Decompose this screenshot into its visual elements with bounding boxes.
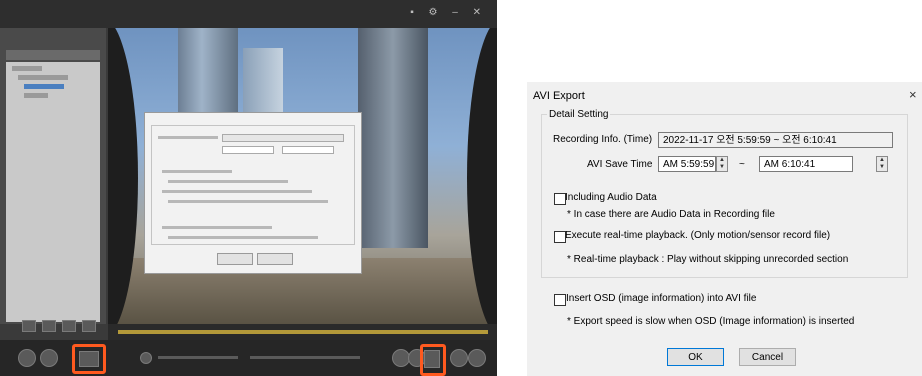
speed-slider[interactable] (250, 356, 360, 359)
building-shape (358, 28, 428, 248)
player-titlebar: ▪ ⚙ – ✕ (0, 0, 497, 28)
mini-group (151, 125, 355, 245)
timeline-track[interactable] (118, 330, 488, 334)
start-time-spin-icon[interactable]: ▲ ▼ (716, 156, 728, 172)
control-button-icon[interactable] (40, 349, 58, 367)
tree-node[interactable] (12, 66, 42, 71)
mini-line (168, 180, 288, 183)
highlight-box-avi (420, 344, 446, 376)
window-control-icons[interactable]: ▪ ⚙ – ✕ (410, 7, 487, 18)
mini-ok-button (217, 253, 253, 265)
player-window: ▪ ⚙ – ✕ (0, 0, 497, 376)
audio-note: * In case there are Audio Data in Record… (567, 209, 775, 220)
realtime-checkbox-label[interactable]: Execute real-time playback. (Only motion… (565, 230, 830, 241)
recording-info-field: 2022-11-17 오전 5:59:59 ~ 오전 6:10:41 (658, 132, 893, 148)
mini-cancel-button (257, 253, 293, 265)
mini-line (158, 136, 218, 139)
control-button-icon[interactable] (18, 349, 36, 367)
start-time-field[interactable]: AM 5:59:59 (658, 156, 716, 172)
timeline-bar[interactable] (108, 324, 497, 340)
tree-node[interactable] (18, 75, 68, 80)
osd-note: * Export speed is slow when OSD (Image i… (567, 316, 855, 327)
mini-field (222, 134, 344, 142)
recording-info-label: Recording Info. (Time) (553, 134, 653, 145)
avi-save-time-label: AVI Save Time (587, 159, 653, 170)
volume-icon[interactable] (140, 352, 152, 364)
file-list-tabs[interactable] (6, 50, 100, 60)
tree-node-selected[interactable] (24, 84, 64, 89)
view-mode-icon[interactable] (62, 320, 76, 332)
cancel-button[interactable]: Cancel (739, 348, 796, 366)
mini-line (162, 226, 272, 229)
file-tree[interactable] (6, 62, 100, 322)
mini-line (162, 190, 312, 193)
close-icon[interactable]: × (909, 87, 917, 102)
mini-field (282, 146, 334, 154)
view-mode-icon[interactable] (22, 320, 36, 332)
file-list-panel (0, 28, 106, 324)
audio-checkbox-label[interactable]: Including Audio Data (565, 192, 657, 203)
mini-line (168, 236, 318, 239)
end-time-spin-icon[interactable]: ▲ ▼ (876, 156, 888, 172)
osd-checkbox-label[interactable]: Insert OSD (image information) into AVI … (566, 293, 756, 304)
detail-setting-label: Detail Setting (547, 109, 611, 120)
end-icon[interactable] (468, 349, 486, 367)
realtime-note: * Real-time playback : Play without skip… (567, 254, 849, 265)
highlight-box-export (72, 344, 106, 374)
end-time-field[interactable]: AM 6:10:41 (759, 156, 853, 172)
mini-field (222, 146, 274, 154)
view-mode-icon[interactable] (42, 320, 56, 332)
ok-button[interactable]: OK (667, 348, 724, 366)
tree-node[interactable] (24, 93, 48, 98)
next-icon[interactable] (450, 349, 468, 367)
osd-checkbox[interactable] (554, 294, 566, 306)
volume-slider[interactable] (158, 356, 238, 359)
dialog-title: AVI Export (533, 90, 585, 102)
mini-line (168, 200, 328, 203)
view-mode-icon[interactable] (82, 320, 96, 332)
range-separator: ~ (739, 159, 745, 170)
mini-line (162, 170, 232, 173)
avi-export-dialog: AVI Export × Detail Setting Recording In… (527, 82, 922, 376)
mini-export-dialog (144, 112, 362, 274)
